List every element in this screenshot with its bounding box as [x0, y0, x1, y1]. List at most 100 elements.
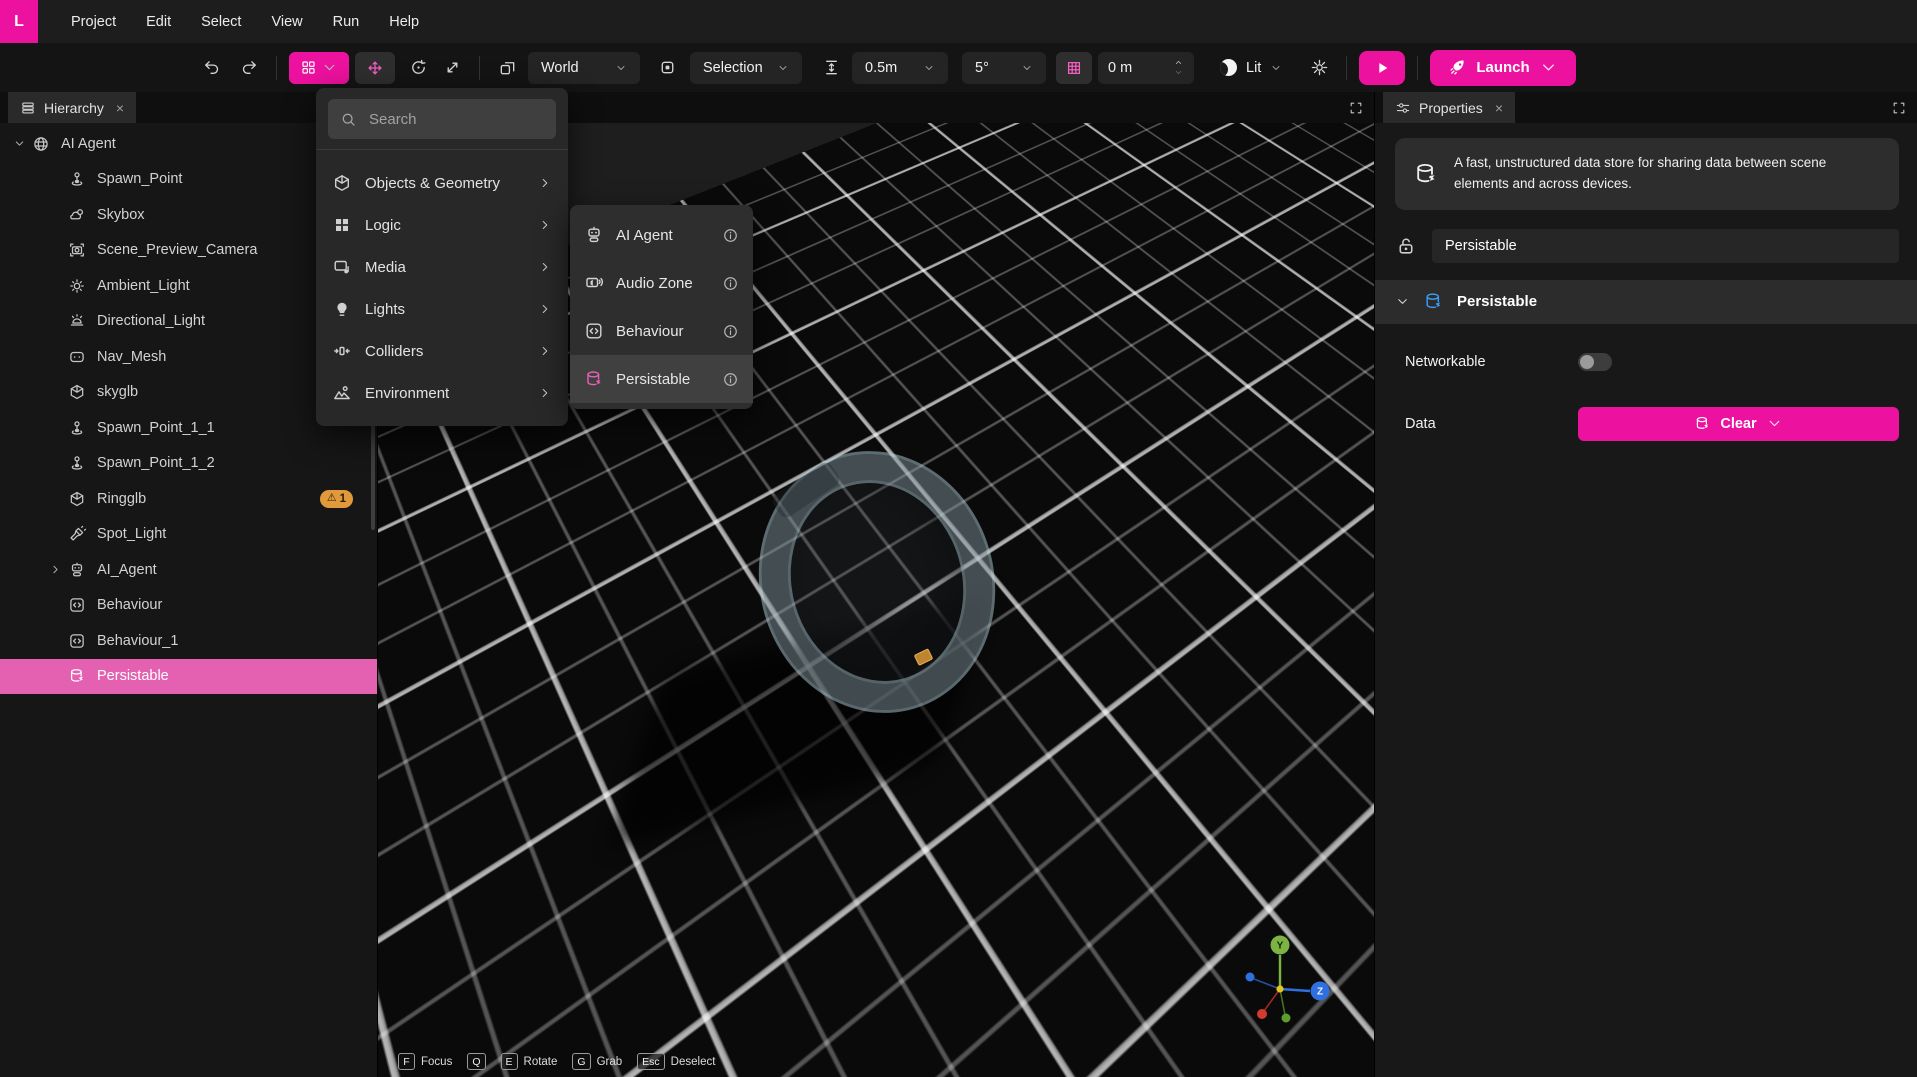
world-space-select[interactable]: World	[528, 52, 640, 84]
add-menu-item-label: Colliders	[365, 343, 423, 360]
move-icon	[366, 59, 384, 77]
stepper-down-icon[interactable]	[1173, 68, 1184, 77]
person-icon	[68, 454, 86, 472]
hierarchy-item-behaviour[interactable]: Behaviour	[0, 588, 377, 624]
undo-button[interactable]	[196, 53, 226, 83]
add-menu-item-objects-geometry[interactable]: Objects & Geometry	[316, 162, 568, 204]
divider	[276, 56, 277, 80]
hierarchy-item-ai-agent[interactable]: AI_Agent	[0, 552, 377, 588]
rotate-snap-select[interactable]: 5°	[962, 52, 1046, 84]
lit-sphere-icon	[1220, 59, 1237, 76]
settings-button[interactable]	[1304, 53, 1334, 83]
properties-content: A fast, unstructured data store for shar…	[1375, 123, 1917, 441]
name-input[interactable]	[1432, 229, 1899, 263]
move-tool-button[interactable]	[355, 52, 395, 84]
launch-button[interactable]: Launch	[1430, 50, 1575, 86]
redo-button[interactable]	[234, 53, 264, 83]
menubar-item-run[interactable]: Run	[318, 14, 375, 30]
submenu-item-audio-zone[interactable]: Audio Zone	[570, 259, 753, 307]
hotkey-hint-f: F Focus	[398, 1053, 452, 1070]
height-snap-stepper[interactable]: 0 m	[1098, 52, 1194, 84]
chevron-down-icon[interactable]	[6, 135, 32, 153]
hierarchy-item-label: Spawn_Point_1_2	[97, 455, 215, 471]
pivot-button[interactable]	[652, 53, 682, 83]
fullscreen-icon[interactable]	[1348, 100, 1364, 116]
stepper-up-icon[interactable]	[1173, 58, 1184, 67]
rotate-tool-button[interactable]	[403, 53, 433, 83]
hierarchy-item-persistable[interactable]: Persistable	[0, 659, 377, 695]
add-menu-item-media[interactable]: Media	[316, 246, 568, 288]
robot-icon	[584, 225, 604, 245]
key-badge: F	[398, 1053, 415, 1070]
scrollbar-thumb[interactable]	[371, 418, 375, 530]
menubar-item-help[interactable]: Help	[374, 14, 434, 30]
key-badge: E	[501, 1053, 518, 1070]
key-badge: Esc	[637, 1053, 665, 1070]
search-input[interactable]	[367, 110, 570, 129]
chevron-down-icon	[1270, 62, 1282, 74]
add-menu-item-colliders[interactable]: Colliders	[316, 330, 568, 372]
info-icon[interactable]	[722, 323, 739, 340]
hierarchy-item-label: Ambient_Light	[97, 278, 190, 294]
hotkey-hints: FFocusQERotateGGrabEscDeselect	[398, 1053, 715, 1070]
hierarchy-item-behaviour-1[interactable]: Behaviour_1	[0, 623, 377, 659]
grid-snap-button[interactable]	[1056, 52, 1092, 84]
menubar-item-select[interactable]: Select	[186, 14, 256, 30]
hierarchy-item-ringglb[interactable]: Ringglb⚠1	[0, 481, 377, 517]
hierarchy-icon	[20, 100, 36, 116]
properties-tab-label: Properties	[1419, 100, 1483, 116]
menubar-item-view[interactable]: View	[256, 14, 317, 30]
info-icon[interactable]	[722, 371, 739, 388]
code-icon	[68, 632, 86, 650]
lock-open-icon[interactable]	[1395, 235, 1417, 257]
submenu-item-ai-agent[interactable]: AI Agent	[570, 211, 753, 259]
gizmo-center-dot	[1276, 985, 1283, 992]
hierarchy-item-spawn-point-1-2[interactable]: Spawn_Point_1_2	[0, 446, 377, 482]
selection-pivot-select[interactable]: Selection	[690, 52, 802, 84]
chevron-right-icon[interactable]	[42, 561, 68, 579]
orientation-gizmo[interactable]: Y Z	[1228, 927, 1338, 1037]
tab-hierarchy[interactable]: Hierarchy ×	[8, 92, 136, 123]
sun-icon	[68, 277, 86, 295]
add-menu-item-logic[interactable]: Logic	[316, 204, 568, 246]
persistable-section-header[interactable]: Persistable	[1375, 280, 1917, 324]
move-snap-select[interactable]: 0.5m	[852, 52, 948, 84]
close-icon[interactable]: ×	[1495, 101, 1503, 115]
menubar-item-project[interactable]: Project	[56, 14, 131, 30]
app-logo[interactable]: L	[0, 0, 38, 43]
move-snap-value: 0.5m	[865, 60, 911, 76]
world-space-label: World	[541, 60, 603, 76]
add-menu-item-lights[interactable]: Lights	[316, 288, 568, 330]
tab-properties[interactable]: Properties ×	[1383, 92, 1515, 123]
menubar: L ProjectEditSelectViewRunHelp	[0, 0, 1917, 43]
submenu-item-persistable[interactable]: Persistable	[570, 355, 753, 403]
submenu-item-behaviour[interactable]: Behaviour	[570, 307, 753, 355]
transform-space-button[interactable]	[492, 53, 522, 83]
hierarchy-item-label: AI_Agent	[97, 562, 157, 578]
networkable-toggle[interactable]	[1578, 353, 1612, 371]
collider-icon	[332, 341, 352, 361]
divider	[316, 149, 568, 150]
search-box[interactable]	[328, 99, 556, 139]
fullscreen-icon[interactable]	[1891, 100, 1907, 116]
rotate-icon	[409, 58, 428, 77]
person-icon	[68, 170, 86, 188]
networkable-row: Networkable	[1395, 353, 1899, 371]
render-mode-select[interactable]: Lit	[1220, 59, 1282, 76]
hotkey-label: Focus	[421, 1056, 452, 1068]
move-snap-icon-button[interactable]	[816, 53, 846, 83]
info-icon[interactable]	[722, 227, 739, 244]
scale-tool-button[interactable]	[437, 53, 467, 83]
menubar-items: ProjectEditSelectViewRunHelp	[56, 14, 434, 30]
hierarchy-item-label: Behaviour	[97, 597, 162, 613]
info-icon[interactable]	[722, 275, 739, 292]
hierarchy-item-spot-light[interactable]: Spot_Light	[0, 517, 377, 553]
menubar-item-edit[interactable]: Edit	[131, 14, 186, 30]
clear-data-button[interactable]: Clear	[1578, 407, 1899, 441]
cube-icon	[68, 490, 86, 508]
add-object-button[interactable]	[289, 52, 349, 84]
chevron-spacer	[42, 383, 68, 401]
add-menu-item-environment[interactable]: Environment	[316, 372, 568, 414]
close-icon[interactable]: ×	[116, 101, 124, 115]
play-button[interactable]	[1359, 51, 1405, 85]
